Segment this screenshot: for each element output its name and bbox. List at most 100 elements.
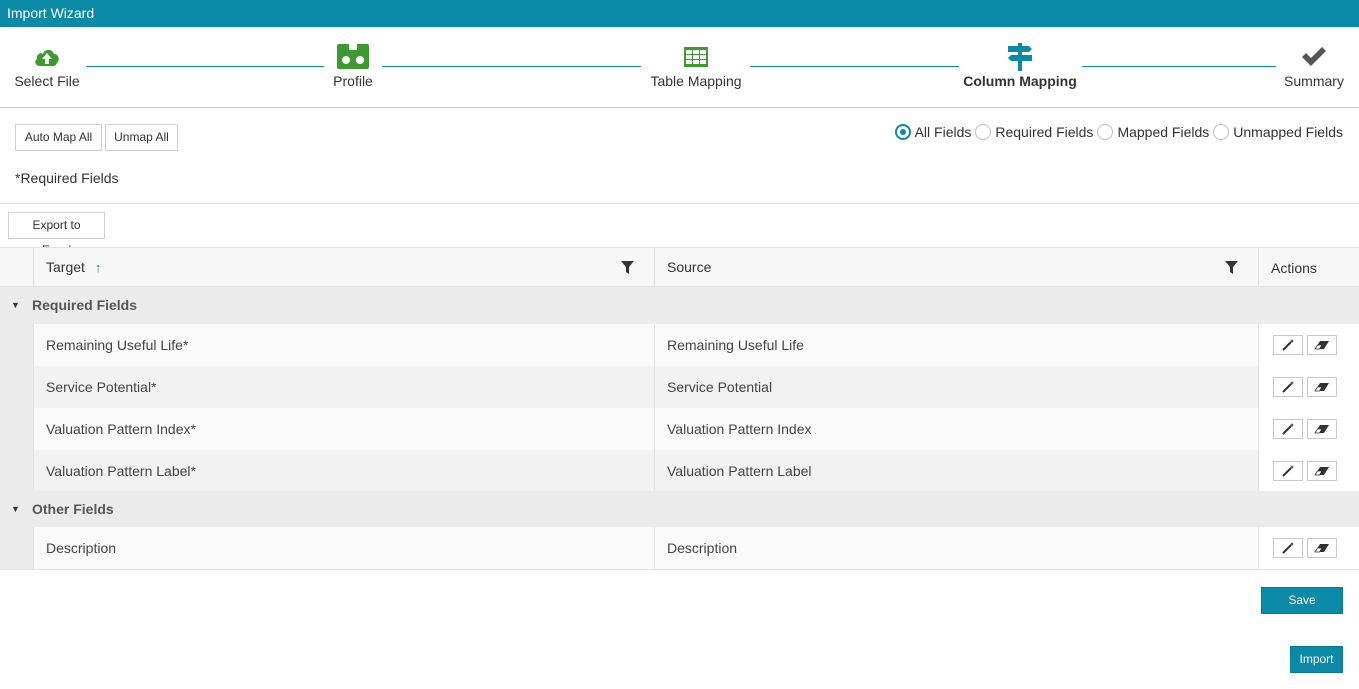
eraser-icon xyxy=(1314,383,1329,392)
actions-cell xyxy=(1258,408,1359,450)
step-connector xyxy=(382,66,641,67)
table-row[interactable]: Description Description xyxy=(0,527,1359,570)
table-icon xyxy=(684,47,708,67)
step-label: Column Mapping xyxy=(963,73,1077,89)
magic-wand-icon xyxy=(1282,381,1294,393)
auto-map-button[interactable] xyxy=(1273,461,1303,481)
clear-mapping-button[interactable] xyxy=(1307,377,1337,397)
radio-all-fields[interactable]: All Fields xyxy=(894,124,972,140)
auto-map-button[interactable] xyxy=(1273,377,1303,397)
step-select-file[interactable]: Select File xyxy=(14,42,80,89)
step-column-mapping[interactable]: Column Mapping xyxy=(963,42,1077,89)
column-title: Actions xyxy=(1271,260,1317,276)
row-indent xyxy=(0,450,33,491)
row-indent xyxy=(0,527,33,569)
column-header-source[interactable]: Source xyxy=(654,248,1258,287)
group-row-other-fields[interactable]: ▼ Other Fields xyxy=(0,491,1359,527)
radio-unmapped-fields[interactable]: Unmapped Fields xyxy=(1213,124,1343,140)
wizard-stepper: Select File Profile Table Mapping Column… xyxy=(0,27,1359,108)
cloud-upload-icon xyxy=(35,49,59,66)
source-cell[interactable]: Description xyxy=(654,527,1258,569)
source-cell[interactable]: Valuation Pattern Index xyxy=(654,408,1258,450)
field-filter-radio-group: All Fields Required Fields Mapped Fields… xyxy=(891,124,1343,140)
collapse-caret-icon[interactable]: ▼ xyxy=(11,287,20,324)
radio-circle[interactable] xyxy=(1213,124,1230,140)
filter-icon[interactable] xyxy=(1225,261,1238,274)
column-title: Source xyxy=(667,259,712,275)
table-row[interactable]: Valuation Pattern Index* Valuation Patte… xyxy=(0,408,1359,450)
radio-circle[interactable] xyxy=(894,124,911,140)
table-row[interactable]: Valuation Pattern Label* Valuation Patte… xyxy=(0,450,1359,491)
radio-label: All Fields xyxy=(914,124,972,140)
radio-required-fields[interactable]: Required Fields xyxy=(975,124,1093,140)
source-cell[interactable]: Valuation Pattern Label xyxy=(654,450,1258,491)
signpost-icon xyxy=(1008,43,1032,71)
target-cell: Valuation Pattern Index* xyxy=(33,408,654,450)
eraser-icon xyxy=(1314,341,1329,350)
radio-label: Unmapped Fields xyxy=(1233,124,1343,140)
step-connector xyxy=(750,66,959,67)
actions-cell xyxy=(1258,527,1359,569)
actions-cell xyxy=(1258,324,1359,366)
source-cell[interactable]: Remaining Useful Life xyxy=(654,324,1258,366)
magic-wand-icon xyxy=(1282,423,1294,435)
step-connector xyxy=(1082,66,1276,67)
step-summary[interactable]: Summary xyxy=(1282,42,1346,89)
group-title: Required Fields xyxy=(32,297,138,313)
step-label: Profile xyxy=(333,73,373,89)
magic-wand-icon xyxy=(1282,465,1294,477)
target-cell: Service Potential* xyxy=(33,366,654,408)
step-table-mapping[interactable]: Table Mapping xyxy=(648,42,744,89)
auto-map-button[interactable] xyxy=(1273,419,1303,439)
grid-header: Target ↑ Source Actions xyxy=(0,247,1359,287)
clear-mapping-button[interactable] xyxy=(1307,461,1337,481)
row-indent xyxy=(0,366,33,408)
radio-circle[interactable] xyxy=(975,124,992,140)
auto-map-all-button[interactable]: Auto Map All xyxy=(15,124,102,151)
target-cell: Valuation Pattern Label* xyxy=(33,450,654,491)
auto-map-button[interactable] xyxy=(1273,335,1303,355)
profile-icon xyxy=(337,44,369,69)
export-to-excel-button[interactable]: Export to Excel xyxy=(8,212,105,257)
eraser-icon xyxy=(1314,467,1329,476)
step-label: Table Mapping xyxy=(650,73,742,89)
column-title: Target xyxy=(46,259,85,275)
divider xyxy=(0,203,1359,204)
step-label: Select File xyxy=(14,73,80,89)
column-header-actions: Actions xyxy=(1258,248,1359,287)
auto-map-button[interactable] xyxy=(1273,538,1303,558)
actions-cell xyxy=(1258,366,1359,408)
step-profile[interactable]: Profile xyxy=(330,42,376,89)
step-connector xyxy=(86,66,324,67)
group-title: Other Fields xyxy=(32,501,114,517)
save-profile-button[interactable]: Save Profile xyxy=(1261,587,1343,632)
filter-icon[interactable] xyxy=(621,261,634,274)
radio-label: Required Fields xyxy=(995,124,1094,140)
magic-wand-icon xyxy=(1282,542,1294,554)
group-row-required-fields[interactable]: ▼ Required Fields xyxy=(0,287,1359,324)
sort-ascending-icon[interactable]: ↑ xyxy=(95,260,102,275)
import-button[interactable]: Import xyxy=(1290,646,1343,673)
window-title: Import Wizard xyxy=(0,0,1359,27)
radio-circle[interactable] xyxy=(1097,124,1114,140)
table-row[interactable]: Service Potential* Service Potential xyxy=(0,366,1359,408)
column-header-target[interactable]: Target ↑ xyxy=(33,248,654,287)
unmap-all-button[interactable]: Unmap All xyxy=(105,124,178,151)
checkmark-icon xyxy=(1302,47,1326,66)
row-indent xyxy=(0,324,33,366)
magic-wand-icon xyxy=(1282,339,1294,351)
eraser-icon xyxy=(1314,425,1329,434)
clear-mapping-button[interactable] xyxy=(1307,538,1337,558)
target-cell: Description xyxy=(33,527,654,569)
clear-mapping-button[interactable] xyxy=(1307,419,1337,439)
collapse-caret-icon[interactable]: ▼ xyxy=(11,491,20,527)
clear-mapping-button[interactable] xyxy=(1307,335,1337,355)
actions-cell xyxy=(1258,450,1359,491)
required-fields-note: *Required Fields xyxy=(15,170,119,186)
source-cell[interactable]: Service Potential xyxy=(654,366,1258,408)
row-indent xyxy=(0,408,33,450)
radio-label: Mapped Fields xyxy=(1117,124,1210,140)
radio-mapped-fields[interactable]: Mapped Fields xyxy=(1097,124,1209,140)
target-cell: Remaining Useful Life* xyxy=(33,324,654,366)
table-row[interactable]: Remaining Useful Life* Remaining Useful … xyxy=(0,324,1359,366)
